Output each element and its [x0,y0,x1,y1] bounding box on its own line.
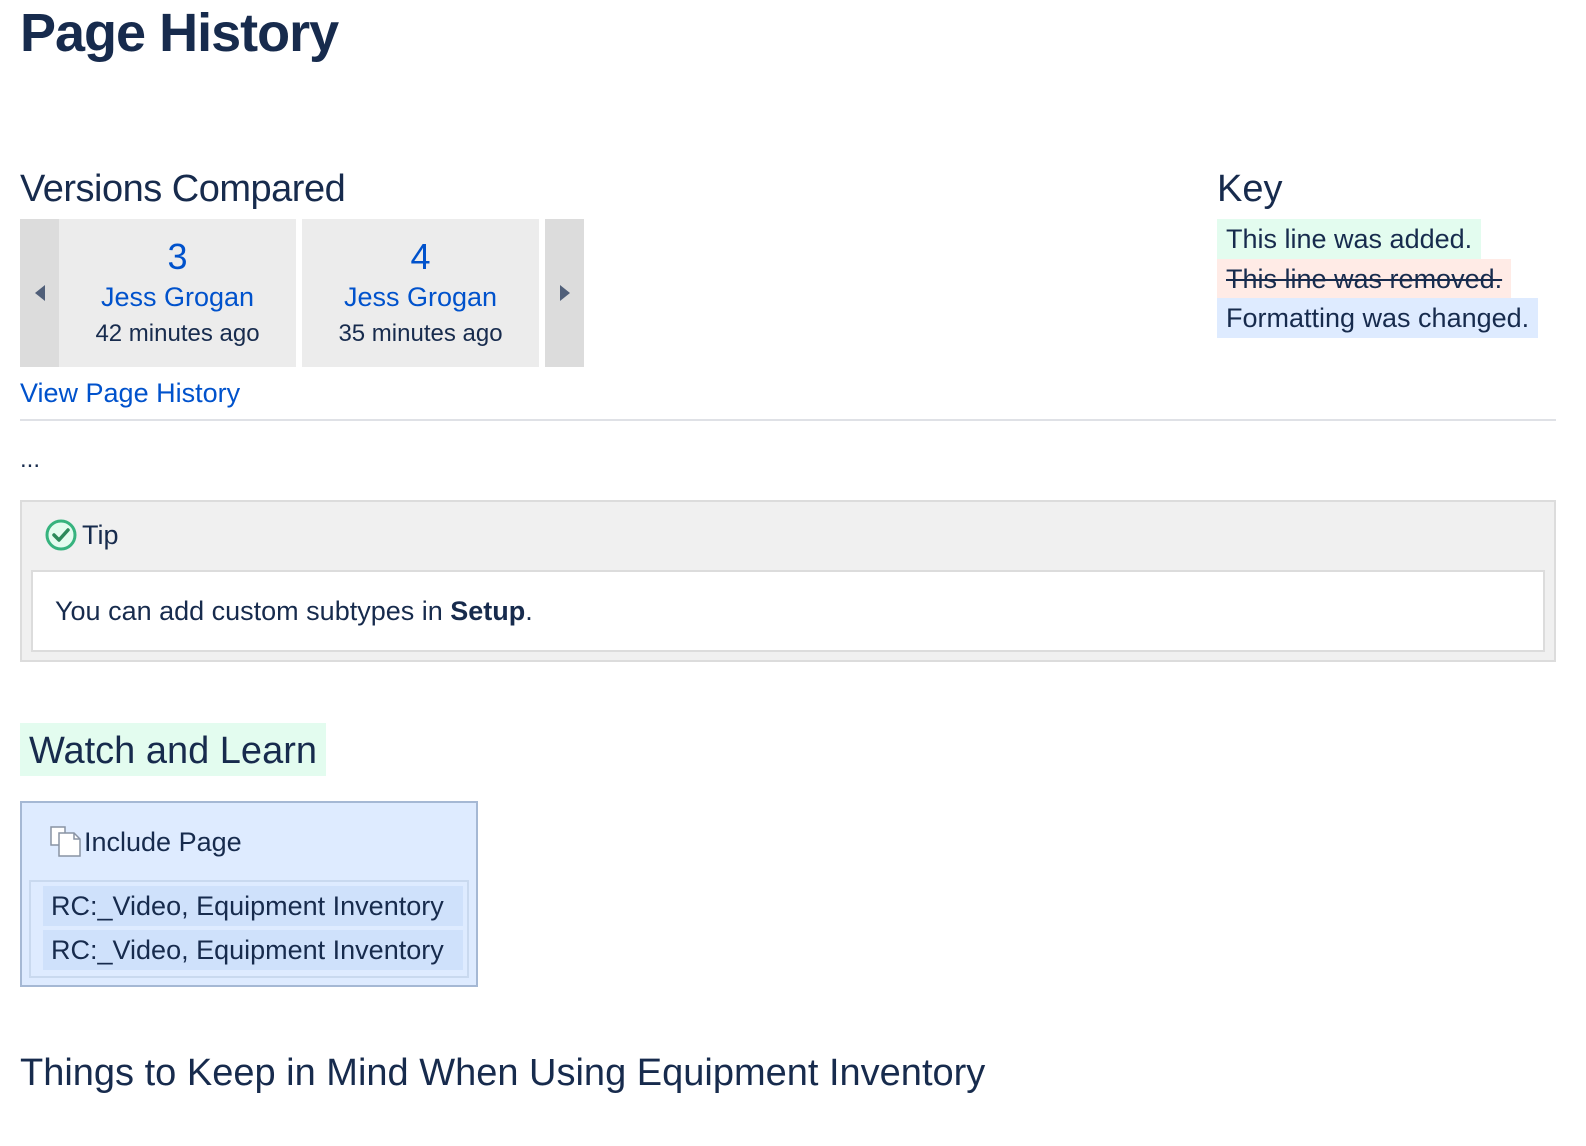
content-ellipsis: ... [20,446,41,473]
view-page-history-link[interactable]: View Page History [20,378,240,409]
tip-body-text: You can add custom subtypes in [55,595,451,626]
include-page-item[interactable]: RC:_Video, Equipment Inventory [43,886,463,926]
key-heading: Key [1217,168,1283,210]
tip-title: Tip [82,519,119,550]
versions-selector: 3 Jess Grogan 42 minutes ago 4 Jess Grog… [20,219,584,367]
things-to-keep-in-mind-heading: Things to Keep in Mind When Using Equipm… [20,1052,986,1094]
version-author-link[interactable]: Jess Grogan [302,277,539,317]
page-title: Page History [20,3,339,63]
key-removed-line: This line was removed. [1217,259,1512,299]
tip-body: You can add custom subtypes in Setup. [31,570,1545,652]
divider [20,419,1556,421]
include-page-icon [48,825,84,859]
version-number[interactable]: 3 [59,237,296,277]
version-card-to[interactable]: 4 Jess Grogan 35 minutes ago [302,219,539,367]
previous-version-button[interactable] [20,219,59,367]
tip-header: Tip [44,518,119,552]
arrow-left-icon [34,285,45,301]
tip-body-suffix: . [525,595,533,626]
tip-body-setup: Setup [450,595,526,626]
version-card-from[interactable]: 3 Jess Grogan 42 minutes ago [59,219,296,367]
versions-compared-heading: Versions Compared [20,168,346,210]
key-added-line: This line was added. [1217,219,1482,259]
version-time: 35 minutes ago [338,320,503,347]
include-page-list: RC:_Video, Equipment Inventory RC:_Video… [29,880,469,978]
include-page-item[interactable]: RC:_Video, Equipment Inventory [43,930,463,970]
key-changed-line: Formatting was changed. [1217,298,1539,338]
watch-and-learn-heading: Watch and Learn [20,723,326,776]
version-number[interactable]: 4 [302,237,539,277]
arrow-right-icon [559,285,570,301]
check-circle-icon [44,518,78,552]
tip-macro: Tip You can add custom subtypes in Setup… [20,500,1556,662]
version-time: 42 minutes ago [95,320,260,347]
include-page-header: Include Page [48,825,242,859]
version-author-link[interactable]: Jess Grogan [59,277,296,317]
next-version-button[interactable] [545,219,584,367]
include-page-title: Include Page [84,826,242,857]
include-page-macro: Include Page RC:_Video, Equipment Invent… [20,801,478,987]
